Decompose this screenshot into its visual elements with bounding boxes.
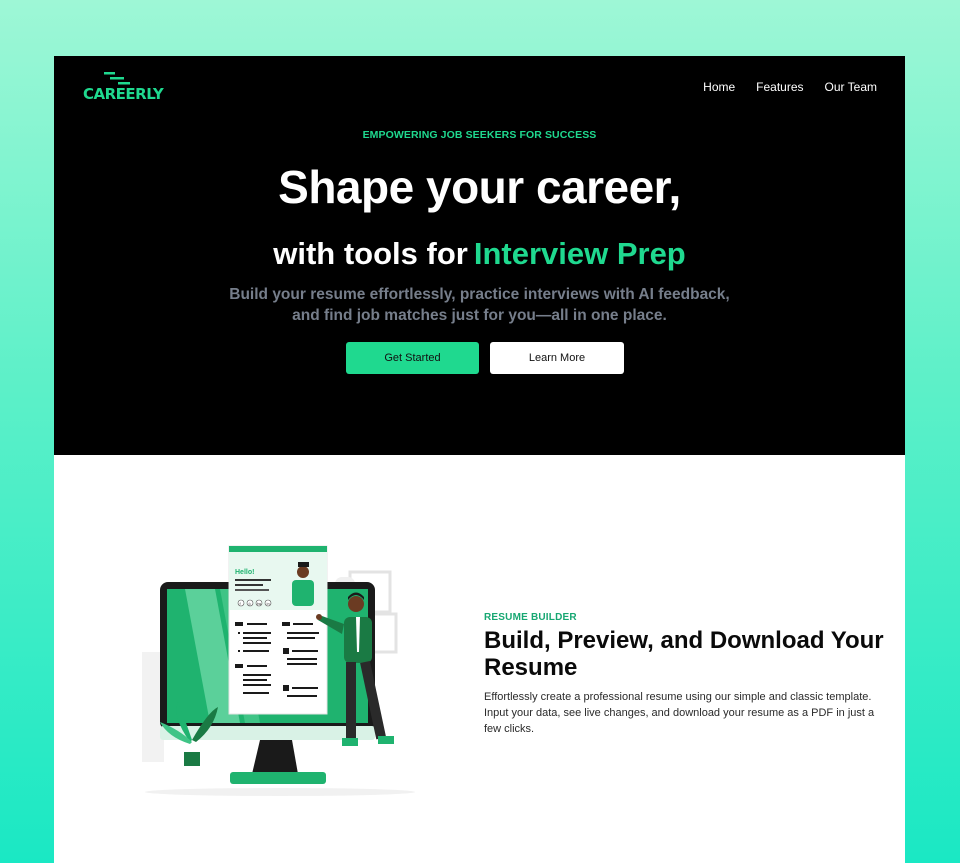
logo[interactable]: CAREERLY (83, 71, 164, 103)
nav-our-team-link[interactable]: Our Team (825, 80, 877, 94)
hero-section: CAREERLY Home Features Our Team EMPOWERI… (54, 56, 905, 455)
social-instagram-label: ◎ (248, 602, 251, 606)
hero-subtitle: with tools for Interview Prep (54, 236, 905, 272)
main-nav: Home Features Our Team (703, 80, 877, 94)
resume-builder-text: RESUME BUILDER Build, Preview, and Downl… (484, 612, 894, 737)
resume-builder-section: Hello! f ◎ in tw RESUME BUILDER Build, P… (54, 455, 905, 863)
resume-builder-illustration: Hello! f ◎ in tw (142, 545, 415, 796)
social-twitter-label: tw (257, 602, 261, 606)
hero-description: Build your resume effortlessly, practice… (229, 286, 730, 324)
illustration-greeting: Hello! (235, 569, 254, 576)
logo-text: CAREERLY (83, 85, 164, 103)
hero-subtitle-prefix: with tools for (273, 236, 468, 271)
nav-home-link[interactable]: Home (703, 80, 735, 94)
nav-features-link[interactable]: Features (756, 80, 803, 94)
hero-subtitle-accent: Interview Prep (473, 236, 686, 271)
learn-more-button[interactable]: Learn More (490, 342, 624, 374)
hero-title: Shape your career, (278, 161, 681, 213)
hero-eyebrow: EMPOWERING JOB SEEKERS FOR SUCCESS (362, 129, 597, 141)
feature-description: Effortlessly create a professional resum… (484, 691, 875, 735)
feature-eyebrow: RESUME BUILDER (484, 612, 577, 623)
social-linkedin-label: in (267, 602, 270, 606)
logo-mark-icon (104, 72, 130, 85)
get-started-button[interactable]: Get Started (346, 342, 479, 374)
page-frame: CAREERLY Home Features Our Team EMPOWERI… (54, 56, 905, 863)
feature-title: Build, Preview, and Download Your Resume (484, 627, 884, 681)
